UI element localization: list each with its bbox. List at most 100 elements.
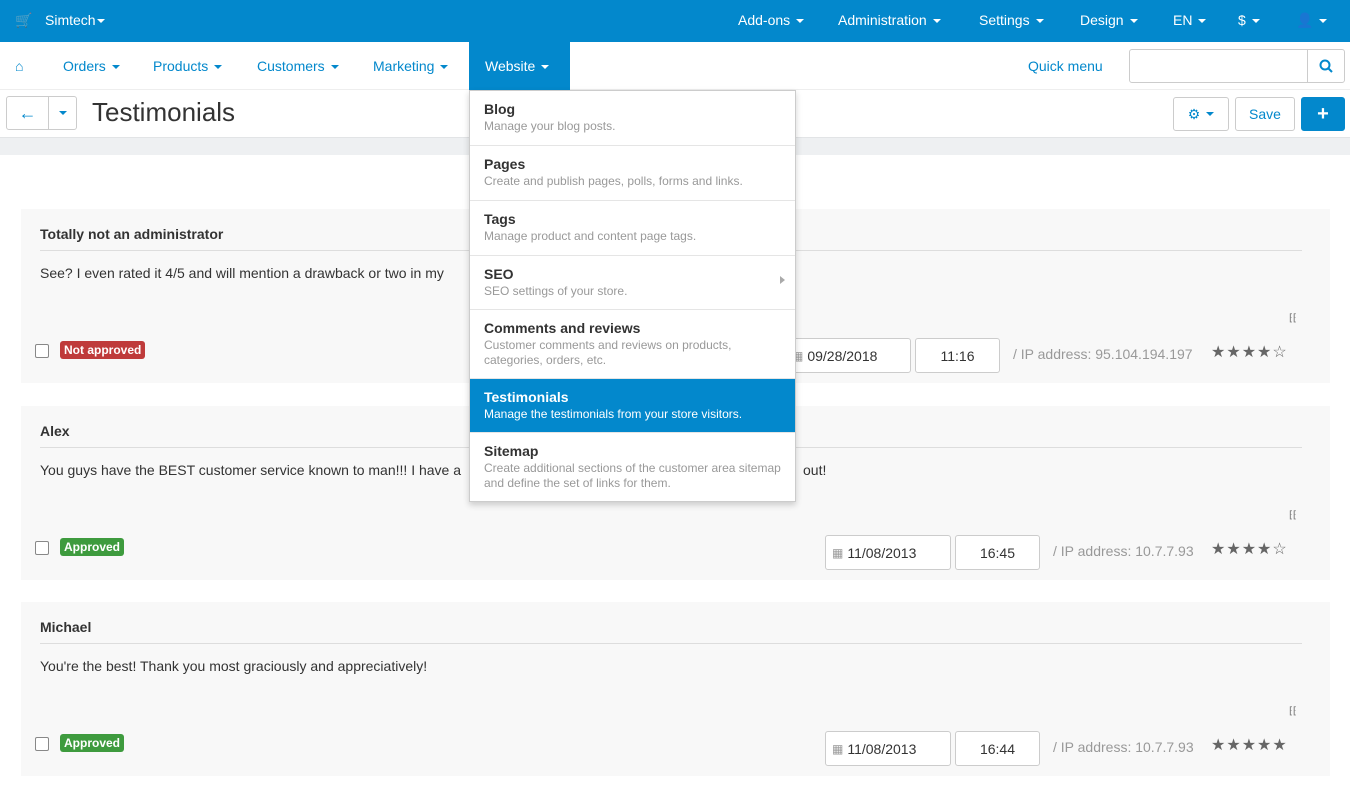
menu-item-title: Comments and reviews: [484, 320, 641, 336]
administration-label: Administration: [838, 12, 927, 28]
menu-settings[interactable]: Settings: [979, 12, 1044, 28]
website-dropdown-menu: Blog Manage your blog posts. Pages Create a…: [469, 90, 796, 502]
date-field[interactable]: ▦ 11/08/2013: [825, 535, 951, 570]
date-field[interactable]: ▦ 11/08/2013: [825, 731, 951, 766]
menu-item-description: SEO settings of your store.: [484, 284, 628, 298]
main-nav: ⌂ Orders Products Customers Marketing We…: [0, 42, 1350, 90]
menu-design[interactable]: Design: [1080, 12, 1138, 28]
time-field[interactable]: 11:16: [915, 338, 1000, 373]
menu-item-title: Pages: [484, 156, 526, 172]
menu-item-sitemap[interactable]: Sitemap Create additional sections of the…: [470, 433, 795, 502]
status-badge[interactable]: Not approved: [60, 341, 146, 359]
menu-item-title: Tags: [484, 211, 516, 227]
menu-item-testimonials[interactable]: Testimonials Manage the testimonials from…: [470, 379, 795, 433]
search-input[interactable]: [1136, 50, 1306, 80]
testimonial-text[interactable]: You guys have the BEST customer service …: [40, 462, 461, 478]
add-button[interactable]: +: [1301, 97, 1345, 131]
back-dropdown-button[interactable]: [48, 96, 77, 130]
nav-label: Customers: [257, 58, 325, 74]
menu-item-description: Create and publish pages, polls, forms a…: [484, 174, 743, 188]
divider: [40, 643, 1302, 644]
save-button[interactable]: Save: [1235, 97, 1295, 131]
testimonial-text[interactable]: You're the best! Thank you most gracious…: [40, 658, 427, 674]
date-field[interactable]: ▦ 09/28/2018: [785, 338, 911, 373]
ip-address: / IP address: 10.7.7.93: [1053, 739, 1194, 755]
gear-icon: ⚙: [1187, 105, 1201, 122]
status-badge[interactable]: Approved: [60, 538, 125, 556]
star-filled-icon[interactable]: ★: [1242, 541, 1257, 558]
menu-item-description: Customer comments and reviews on product…: [484, 338, 732, 367]
menu-item-title: Sitemap: [484, 443, 539, 459]
menu-administration[interactable]: Administration: [838, 12, 941, 28]
rating-stars[interactable]: ★★★★★: [1211, 735, 1288, 755]
ip-address: / IP address: 10.7.7.93: [1053, 543, 1194, 559]
date-value: 11/08/2013: [847, 544, 917, 561]
menu-item-blog[interactable]: Blog Manage your blog posts.: [470, 91, 795, 146]
nav-products[interactable]: Products: [153, 58, 223, 74]
settings-label: Settings: [979, 12, 1030, 28]
menu-item-seo[interactable]: SEO SEO settings of your store.: [470, 256, 795, 310]
currency-selector[interactable]: $: [1238, 12, 1260, 28]
language-selector[interactable]: EN: [1173, 12, 1207, 28]
nav-customers[interactable]: Customers: [257, 58, 339, 74]
menu-item-tags[interactable]: Tags Manage product and content page tags…: [470, 201, 795, 256]
ip-address: / IP address: 95.104.194.197: [1013, 346, 1193, 362]
star-filled-icon[interactable]: ★: [1257, 541, 1272, 558]
testimonial-text-end: out!: [803, 462, 827, 478]
star-filled-icon[interactable]: ★: [1257, 737, 1272, 754]
menu-item-pages[interactable]: Pages Create and publish pages, polls, fo…: [470, 146, 795, 201]
home-icon[interactable]: ⌂: [15, 58, 23, 74]
time-field[interactable]: 16:44: [955, 731, 1040, 766]
star-filled-icon[interactable]: ★: [1211, 737, 1226, 754]
star-filled-icon[interactable]: ★: [1226, 541, 1241, 558]
back-button[interactable]: ←: [6, 96, 49, 130]
calendar-icon: ▦: [832, 741, 844, 756]
select-checkbox[interactable]: [35, 737, 49, 751]
time-field[interactable]: 16:45: [955, 535, 1040, 570]
store-name: Simtech: [45, 12, 96, 28]
rating-stars[interactable]: ★★★★☆: [1211, 342, 1288, 362]
select-checkbox[interactable]: [35, 344, 49, 358]
menu-item-description: Manage your blog posts.: [484, 119, 616, 133]
star-filled-icon[interactable]: ★: [1257, 344, 1272, 361]
nav-label: Marketing: [373, 58, 435, 74]
star-filled-icon[interactable]: ★: [1226, 737, 1241, 754]
star-filled-icon[interactable]: ★: [1242, 344, 1257, 361]
menu-item-title: SEO: [484, 266, 514, 282]
user-menu[interactable]: 👤: [1296, 12, 1328, 29]
star-filled-icon[interactable]: ★: [1242, 737, 1257, 754]
top-bar: 🛒 Simtech Add-ons Administration Setting…: [0, 0, 1350, 42]
nav-label: Website: [485, 58, 536, 74]
star-filled-icon[interactable]: ★: [1211, 541, 1226, 558]
nav-website[interactable]: Website: [469, 42, 570, 90]
store-switcher[interactable]: Simtech: [45, 12, 105, 28]
search-button[interactable]: [1307, 50, 1344, 82]
resize-handle-icon[interactable]: ⁅⁅: [1289, 510, 1297, 521]
quick-menu-link[interactable]: Quick menu: [1028, 58, 1103, 74]
resize-handle-icon[interactable]: ⁅⁅: [1289, 313, 1297, 324]
settings-dropdown-button[interactable]: ⚙: [1173, 97, 1229, 131]
star-empty-icon[interactable]: ☆: [1272, 344, 1287, 361]
menu-item-comments-and-reviews[interactable]: Comments and reviews Customer comments an…: [470, 310, 795, 379]
author-name: Totally not an administrator: [40, 226, 224, 242]
resize-handle-icon[interactable]: ⁅⁅: [1289, 706, 1297, 717]
nav-label: Orders: [63, 58, 106, 74]
star-filled-icon[interactable]: ★: [1272, 737, 1287, 754]
cart-icon: 🛒: [15, 12, 33, 28]
arrow-left-icon: ←: [18, 102, 37, 123]
star-empty-icon[interactable]: ☆: [1272, 541, 1287, 558]
menu-item-description: Manage the testimonials from your store …: [484, 407, 743, 421]
nav-marketing[interactable]: Marketing: [373, 58, 449, 74]
star-filled-icon[interactable]: ★: [1226, 344, 1241, 361]
star-filled-icon[interactable]: ★: [1211, 344, 1226, 361]
rating-stars[interactable]: ★★★★☆: [1211, 539, 1288, 559]
select-checkbox[interactable]: [35, 541, 49, 555]
author-name: Michael: [40, 619, 92, 635]
testimonial-text[interactable]: See? I even rated it 4/5 and will mentio…: [40, 265, 444, 281]
addons-label: Add-ons: [738, 12, 791, 28]
chevron-down-icon: [58, 111, 67, 115]
menu-addons[interactable]: Add-ons: [738, 12, 805, 28]
user-icon: 👤: [1296, 12, 1314, 28]
nav-orders[interactable]: Orders: [63, 58, 120, 74]
status-badge[interactable]: Approved: [60, 734, 125, 752]
